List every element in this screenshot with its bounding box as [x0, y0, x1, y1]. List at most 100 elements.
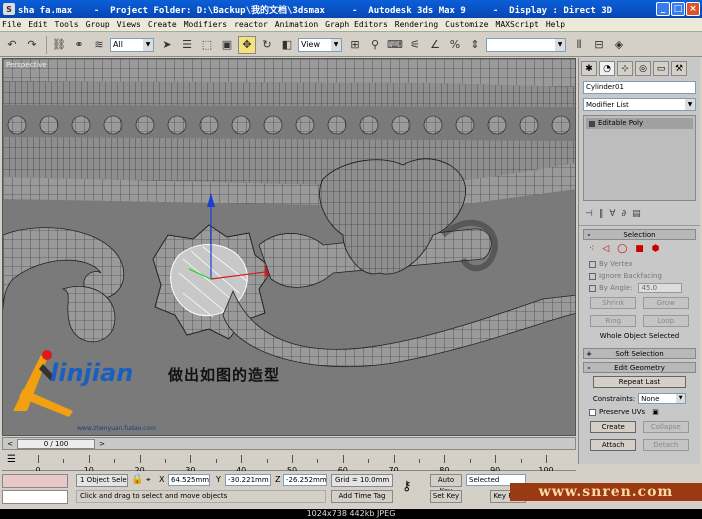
track-bar[interactable]: ☰ 0102030405060708090100 — [2, 451, 576, 475]
polygon-icon[interactable]: ■ — [635, 244, 644, 254]
window-crossing-icon[interactable]: ▣ — [218, 36, 236, 54]
vertex-icon[interactable]: ⁖ — [589, 244, 594, 254]
element-icon[interactable]: ⬢ — [652, 244, 660, 254]
select-link-icon[interactable]: ⛓ — [50, 36, 68, 54]
menu-graph-editors[interactable]: Graph Editors — [325, 20, 388, 29]
maximize-button[interactable]: □ — [671, 2, 685, 16]
repeat-last-button[interactable]: Repeat Last — [593, 376, 686, 388]
menu-reactor[interactable]: reactor — [234, 20, 268, 29]
menu-edit[interactable]: Edit — [28, 20, 47, 29]
stack-item-editable-poly[interactable]: Editable Poly — [586, 118, 693, 129]
next-frame-icon[interactable]: > — [97, 439, 107, 449]
cursor-icon[interactable]: ⌖ — [146, 475, 151, 485]
perspective-viewport[interactable]: Perspective 做出如图的造型 linjian www.zhenyuan… — [2, 58, 576, 436]
key-mode-icon[interactable]: ⚷ — [402, 479, 412, 494]
undo-icon[interactable]: ↶ — [3, 36, 21, 54]
close-button[interactable]: × — [686, 2, 700, 16]
menu-modifiers[interactable]: Modifiers — [184, 20, 227, 29]
set-key-button[interactable]: Set Key — [430, 490, 462, 503]
preserve-uvs-checkbox[interactable] — [589, 408, 596, 416]
align-icon[interactable]: ⊟ — [590, 36, 608, 54]
pivot-center-icon[interactable]: ⊞ — [346, 36, 364, 54]
modify-tab-icon[interactable]: ◔ — [599, 61, 615, 76]
menu-rendering[interactable]: Rendering — [395, 20, 438, 29]
z-coordinate-field[interactable]: -26.252mm — [283, 474, 327, 486]
minimize-button[interactable]: _ — [656, 2, 670, 16]
make-unique-icon[interactable]: ∀ — [609, 209, 615, 219]
menu-group[interactable]: Group — [86, 20, 110, 29]
motion-tab-icon[interactable]: ◎ — [635, 61, 651, 76]
attach-button[interactable]: Attach — [590, 439, 637, 451]
spinner-snap-icon[interactable]: ⇕ — [466, 36, 484, 54]
loop-button[interactable]: Loop — [642, 315, 689, 327]
snap-toggle-icon[interactable]: ⚟ — [406, 36, 424, 54]
lock-selection-icon[interactable]: 🔒 — [131, 474, 143, 485]
menu-customize[interactable]: Customize — [445, 20, 488, 29]
viewport-label[interactable]: Perspective — [6, 61, 47, 69]
unlink-icon[interactable]: ⚭ — [70, 36, 88, 54]
edit-geometry-rollout-header[interactable]: - Edit Geometry — [583, 362, 696, 373]
select-and-move-icon[interactable]: ✥ — [238, 35, 256, 54]
by-angle-checkbox[interactable] — [589, 284, 596, 292]
selection-filter-dropdown[interactable]: All ▼ — [110, 37, 154, 52]
menu-animation[interactable]: Animation — [275, 20, 318, 29]
object-name-field[interactable]: Cylinder01 — [583, 81, 696, 94]
time-slider[interactable]: < 0 / 100 > — [2, 437, 576, 450]
app-icon[interactable]: S — [3, 3, 15, 15]
select-by-name-icon[interactable]: ☰ — [178, 36, 196, 54]
menu-file[interactable]: File — [2, 20, 21, 29]
modifier-list-dropdown[interactable]: Modifier List ▼ — [583, 98, 696, 111]
layer-manager-icon[interactable]: ◈ — [610, 36, 628, 54]
expand-icon[interactable] — [589, 120, 595, 127]
border-icon[interactable]: ◯ — [617, 244, 627, 254]
show-end-result-icon[interactable]: ‖ — [599, 209, 604, 219]
collapse-button[interactable]: Collapse — [642, 421, 689, 433]
menu-views[interactable]: Views — [117, 20, 141, 29]
redo-icon[interactable]: ↷ — [23, 36, 41, 54]
select-and-rotate-icon[interactable]: ↻ — [258, 36, 276, 54]
detach-button[interactable]: Detach — [642, 439, 689, 451]
menu-maxscript[interactable]: MAXScript — [496, 20, 539, 29]
selection-rollout-header[interactable]: - Selection — [583, 229, 696, 240]
x-coordinate-field[interactable]: 64.525mm — [168, 474, 210, 486]
menu-create[interactable]: Create — [148, 20, 177, 29]
angle-snap-icon[interactable]: ∠ — [426, 36, 444, 54]
prev-frame-icon[interactable]: < — [5, 439, 15, 449]
select-manipulate-icon[interactable]: ⚲ — [366, 36, 384, 54]
rectangle-selection-icon[interactable]: ⬚ — [198, 36, 216, 54]
settings-icon[interactable]: ▣ — [652, 408, 659, 416]
select-object-icon[interactable]: ➤ — [158, 36, 176, 54]
menu-tools[interactable]: Tools — [55, 20, 79, 29]
grow-button[interactable]: Grow — [642, 297, 689, 309]
pin-stack-icon[interactable]: ⊣ — [585, 209, 593, 219]
display-tab-icon[interactable]: ▭ — [653, 61, 669, 76]
hierarchy-tab-icon[interactable]: ⊹ — [617, 61, 633, 76]
by-vertex-checkbox[interactable] — [589, 260, 596, 268]
by-angle-spinner[interactable]: 45.0 — [638, 283, 683, 293]
configure-sets-icon[interactable]: ▤ — [632, 209, 641, 219]
named-selection-dropdown[interactable]: ▼ — [486, 37, 566, 52]
select-and-scale-icon[interactable]: ◧ — [278, 36, 296, 54]
constraints-dropdown[interactable]: None ▼ — [638, 393, 687, 404]
y-coordinate-field[interactable]: -30.221mm — [225, 474, 271, 486]
reference-coordinate-dropdown[interactable]: View ▼ — [298, 37, 342, 52]
soft-selection-rollout-header[interactable]: + Soft Selection — [583, 348, 696, 359]
curve-editor-icon[interactable]: ☰ — [7, 454, 16, 465]
time-slider-thumb[interactable]: 0 / 100 — [17, 439, 95, 449]
ignore-backfacing-checkbox[interactable] — [589, 272, 596, 280]
remove-modifier-icon[interactable]: ∂ — [622, 209, 627, 219]
shrink-button[interactable]: Shrink — [590, 297, 637, 309]
percent-snap-icon[interactable]: % — [446, 36, 464, 54]
maxscript-listener-pink[interactable] — [2, 474, 68, 488]
create-button[interactable]: Create — [590, 421, 637, 433]
maxscript-listener-white[interactable] — [2, 490, 68, 504]
bind-space-warp-icon[interactable]: ≋ — [90, 36, 108, 54]
ring-button[interactable]: Ring — [590, 315, 637, 327]
menu-help[interactable]: Help — [546, 20, 565, 29]
auto-key-button[interactable]: Auto Key — [430, 474, 462, 495]
mirror-icon[interactable]: ⫴ — [570, 36, 588, 54]
add-time-tag-button[interactable]: Add Time Tag — [331, 490, 393, 503]
keyboard-shortcut-icon[interactable]: ⌨ — [386, 36, 404, 54]
utilities-tab-icon[interactable]: ⚒ — [671, 61, 687, 76]
edge-icon[interactable]: ◁ — [602, 244, 609, 254]
